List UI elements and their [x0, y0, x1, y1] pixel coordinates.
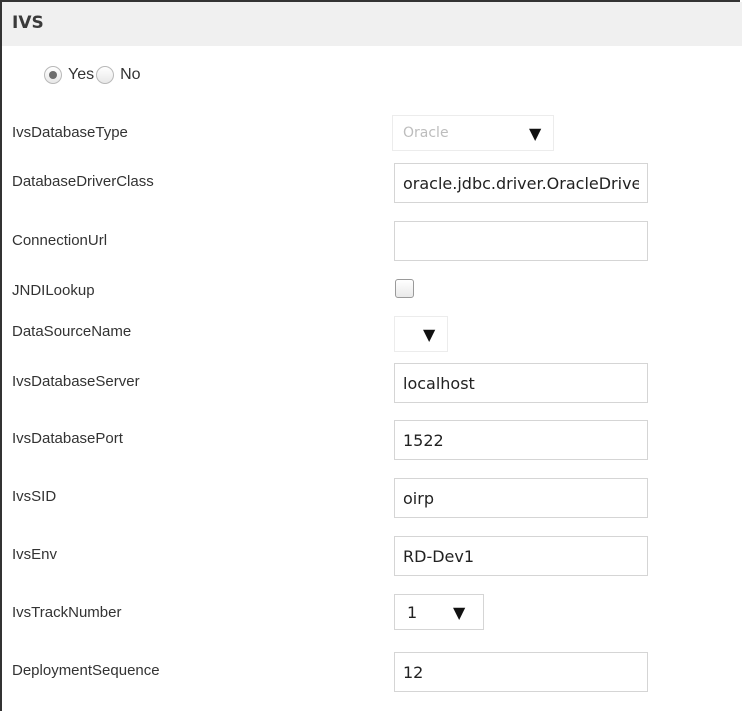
sid-input[interactable]: [394, 478, 648, 518]
track-number-select[interactable]: 1 ▼: [394, 594, 484, 630]
connection-url-input[interactable]: [394, 221, 648, 261]
deployment-sequence-input[interactable]: [394, 652, 648, 692]
track-number-value: 1: [407, 602, 418, 622]
chevron-down-icon: ▼: [529, 123, 542, 143]
deployment-sequence-label: DeploymentSequence: [12, 662, 160, 679]
db-type-label: IvsDatabaseType: [12, 124, 128, 141]
db-port-label: IvsDatabasePort: [12, 430, 123, 447]
env-label: IvsEnv: [12, 546, 58, 563]
env-input[interactable]: [394, 536, 648, 576]
chevron-down-icon: ▼: [453, 602, 466, 622]
db-type-value: Oracle: [403, 125, 449, 141]
track-number-label: IvsTrackNumber: [12, 604, 122, 621]
panel-title: IVS: [12, 13, 44, 33]
sid-label: IvsSID: [12, 488, 57, 505]
panel-header: IVS: [2, 2, 742, 46]
db-type-select[interactable]: Oracle ▼: [392, 115, 554, 151]
db-server-label: IvsDatabaseServer: [12, 373, 140, 390]
driver-class-input[interactable]: [394, 163, 648, 203]
datasource-name-label: DataSourceName: [12, 323, 132, 340]
jndi-lookup-label: JNDILookup: [12, 282, 95, 299]
ivs-enabled-radio-group: Yes No: [44, 62, 143, 88]
datasource-name-select[interactable]: ▼: [394, 316, 448, 352]
chevron-down-icon: ▼: [423, 324, 436, 344]
yes-radio[interactable]: [44, 66, 62, 84]
no-radio[interactable]: [96, 66, 115, 84]
no-radio-label[interactable]: No: [120, 66, 140, 84]
ivs-config-panel: IVS Yes No IvsDatabaseType Oracle ▼ Data…: [0, 0, 742, 711]
yes-radio-label[interactable]: Yes: [68, 66, 94, 84]
db-port-input[interactable]: [394, 420, 648, 460]
jndi-lookup-checkbox[interactable]: [395, 279, 414, 298]
db-server-input[interactable]: [394, 363, 648, 403]
connection-url-label: ConnectionUrl: [12, 232, 108, 249]
driver-class-label: DatabaseDriverClass: [12, 173, 154, 190]
